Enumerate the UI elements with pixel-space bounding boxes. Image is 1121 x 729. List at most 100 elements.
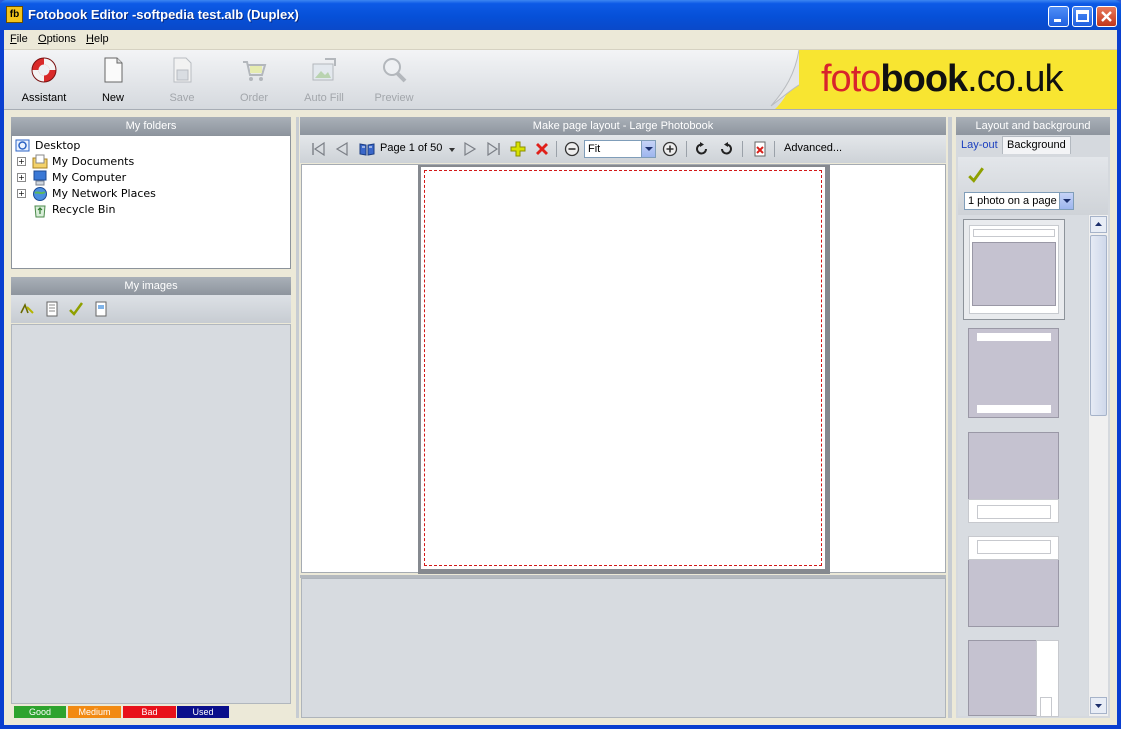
arrow-up-icon <box>1095 222 1102 226</box>
auto-fill-label: Auto Fill <box>304 92 344 104</box>
menu-help-label: elp <box>93 33 109 45</box>
menu-options-label: ptions <box>46 33 76 45</box>
tree-item-label: My Documents <box>52 155 135 168</box>
legend-bad: Bad <box>123 706 176 718</box>
first-page-icon[interactable] <box>310 141 326 157</box>
rotate-left-icon[interactable] <box>694 141 710 157</box>
maximize-button[interactable] <box>1072 6 1093 27</box>
title-bar[interactable]: fb Fotobook Editor -softpedia test.alb (… <box>0 0 1121 30</box>
photo-tray[interactable] <box>301 578 946 718</box>
right-splitter[interactable] <box>948 117 952 718</box>
last-page-icon[interactable] <box>486 141 502 157</box>
menu-file-label: ile <box>16 33 28 45</box>
layout-thumbnail-4[interactable] <box>968 536 1059 627</box>
network-icon <box>33 187 47 201</box>
magnifier-icon <box>383 58 407 83</box>
menu-file[interactable]: File <box>10 33 28 45</box>
legend-medium-label: Medium <box>78 707 111 717</box>
menu-options-accel: O <box>38 33 47 45</box>
delete-page-icon[interactable] <box>534 141 550 157</box>
recycle-bin-icon <box>34 205 46 218</box>
zoom-in-icon[interactable] <box>662 141 678 157</box>
page-icon[interactable] <box>93 301 109 317</box>
expand-toggle[interactable]: + <box>17 189 26 198</box>
minimize-button[interactable] <box>1048 6 1069 27</box>
brand-part-domain: .co.uk <box>967 58 1063 100</box>
scroll-down-button[interactable] <box>1090 697 1107 714</box>
close-icon <box>1101 11 1112 22</box>
legend-bad-label: Bad <box>141 707 158 717</box>
save-label: Save <box>169 92 195 104</box>
thumbnail-text-box <box>977 540 1051 554</box>
zoom-out-icon[interactable] <box>564 141 580 157</box>
chevron-down-icon <box>645 147 653 151</box>
chevron-down-icon <box>1063 199 1071 203</box>
close-button[interactable] <box>1096 6 1117 27</box>
assistant-label: Assistant <box>21 92 67 104</box>
app-window: fb Fotobook Editor -softpedia test.alb (… <box>0 0 1121 729</box>
zoom-value: Fit <box>588 143 601 155</box>
images-list[interactable] <box>11 324 291 704</box>
save-icon <box>173 57 192 83</box>
tree-item-label: Desktop <box>35 139 81 152</box>
auto-fill-button[interactable]: Auto Fill <box>294 54 354 106</box>
assistant-button[interactable]: Assistant <box>14 54 74 106</box>
previous-page-icon[interactable] <box>334 141 350 157</box>
tab-lay-out[interactable]: Lay-out <box>957 137 1002 155</box>
photos-per-page-select[interactable]: 1 photo on a page <box>964 192 1074 210</box>
tab-background[interactable]: Background <box>1002 136 1071 154</box>
layout-thumbnail-5[interactable] <box>968 640 1059 717</box>
main-toolbar: Assistant New Save Order Auto Fill Previ… <box>4 50 1117 110</box>
next-page-icon[interactable] <box>462 141 478 157</box>
menu-file-accel: F <box>10 33 17 45</box>
documents-icon <box>32 154 48 169</box>
window-title: Fotobook Editor -softpedia test.alb (Dup… <box>28 7 299 22</box>
preview-button[interactable]: Preview <box>364 54 424 106</box>
new-button[interactable]: New <box>83 54 143 106</box>
add-page-icon[interactable] <box>510 141 526 157</box>
checkmark-icon[interactable] <box>68 301 84 317</box>
layout-thumbnail-2[interactable] <box>968 328 1059 418</box>
thumbnail-text-area <box>977 333 1051 341</box>
preview-label: Preview <box>374 92 414 104</box>
menu-options[interactable]: Options <box>38 33 76 45</box>
book-icon <box>359 143 375 156</box>
zoom-select[interactable]: Fit <box>584 140 656 158</box>
app-logo-icon: fb <box>6 6 23 23</box>
remove-photo-icon[interactable] <box>752 141 768 157</box>
rotate-right-icon[interactable] <box>718 141 734 157</box>
save-button[interactable]: Save <box>152 54 212 106</box>
list-view-icon[interactable] <box>44 301 60 317</box>
thumbnail-text-box <box>1040 697 1052 717</box>
cart-icon <box>243 61 267 81</box>
maximize-icon <box>1076 10 1089 22</box>
toolbar-separator <box>556 141 557 157</box>
computer-icon <box>33 170 47 186</box>
photos-per-page-dropdown-button[interactable] <box>1059 193 1073 209</box>
layout-background-header: Layout and background <box>956 117 1110 135</box>
page-bleed-guide <box>424 170 822 566</box>
scroll-thumb[interactable] <box>1090 235 1107 416</box>
page-indicator[interactable]: Page 1 of 50 <box>380 142 442 154</box>
folder-tree[interactable]: Desktop + My Documents + My Computer + M… <box>11 135 291 269</box>
legend-medium: Medium <box>68 706 121 718</box>
layout-thumbnail-1[interactable] <box>963 219 1065 320</box>
zoom-dropdown-button[interactable] <box>641 141 655 157</box>
sort-icon[interactable] <box>19 301 35 317</box>
scroll-up-button[interactable] <box>1090 216 1107 233</box>
menu-help[interactable]: Help <box>86 33 109 45</box>
fotobook-banner: fotobook.co.uk <box>769 50 1117 109</box>
expand-toggle[interactable]: + <box>17 173 26 182</box>
advanced-button[interactable]: Advanced... <box>784 142 842 154</box>
chevron-down-icon[interactable] <box>444 141 460 157</box>
expand-toggle[interactable]: + <box>17 157 26 166</box>
toolbar-separator <box>742 141 743 157</box>
order-button[interactable]: Order <box>224 54 284 106</box>
left-splitter[interactable] <box>296 117 299 718</box>
apply-checkmark-icon[interactable] <box>967 166 985 184</box>
legend-used-label: Used <box>192 707 214 717</box>
menu-help-accel: H <box>86 33 94 45</box>
layout-thumbnail-3[interactable] <box>968 432 1059 523</box>
thumbnail-scrollbar[interactable] <box>1089 215 1108 716</box>
brand-part-book: book <box>880 58 968 100</box>
